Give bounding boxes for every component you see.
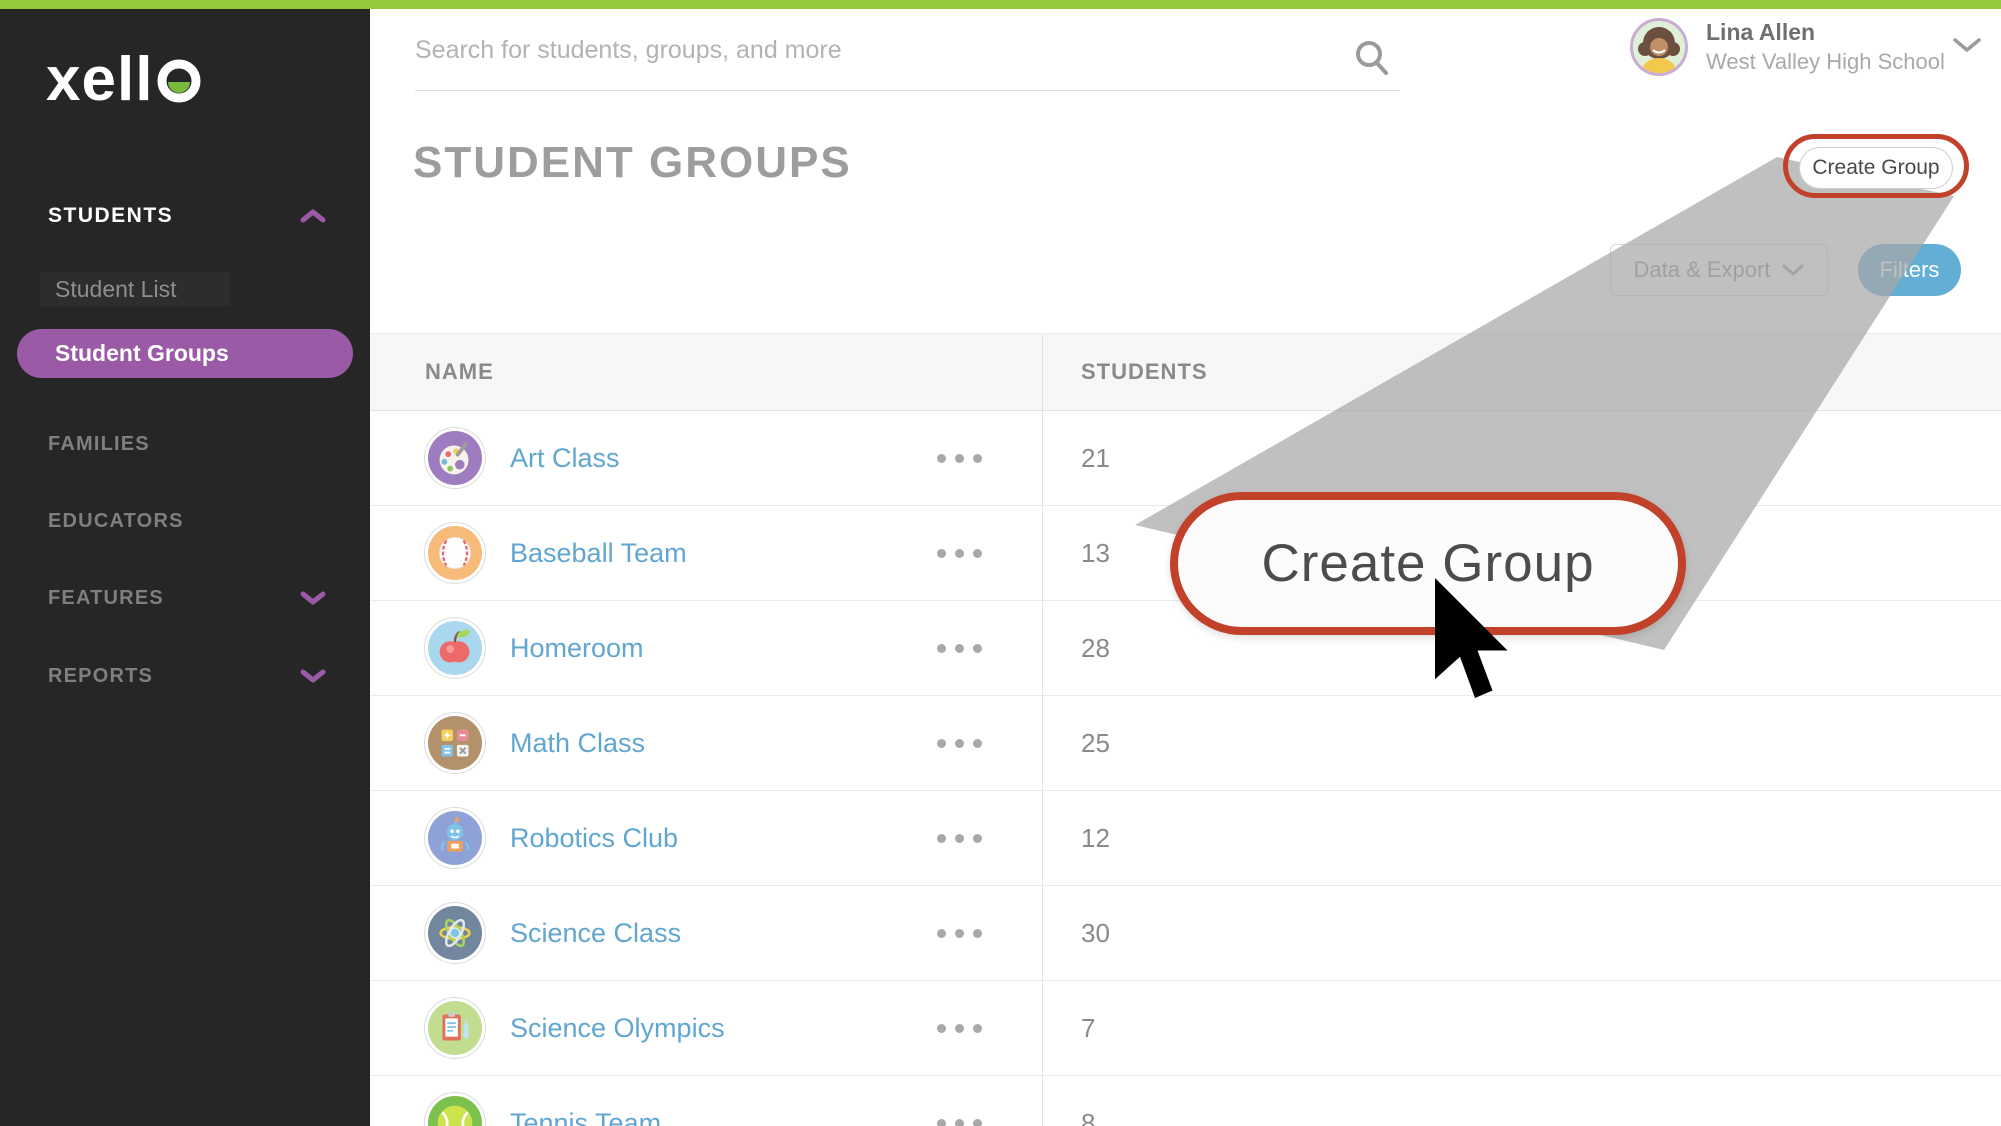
baseball-icon: [424, 522, 486, 584]
sidebar: xell STUDENTS Student List Student Group…: [0, 0, 370, 1126]
row-actions-button[interactable]: [937, 539, 982, 568]
group-name-cell: Science Class: [370, 886, 1042, 980]
avatar[interactable]: [1630, 18, 1688, 76]
table-row: Science Class 30: [370, 886, 2001, 981]
group-student-count: 21: [1042, 411, 2001, 505]
group-student-count: 8: [1042, 1076, 2001, 1126]
group-name-cell: Tennis Team: [370, 1076, 1042, 1126]
group-student-count: 25: [1042, 696, 2001, 790]
row-actions-button[interactable]: [937, 634, 982, 663]
group-student-count: 28: [1042, 601, 2001, 695]
chevron-down-icon[interactable]: [1952, 36, 1982, 59]
column-header-students: STUDENTS: [1042, 334, 2001, 410]
row-actions-button[interactable]: [937, 824, 982, 853]
profile-menu[interactable]: Lina Allen West Valley High School: [1630, 18, 1990, 76]
sidebar-item-label: FEATURES: [48, 587, 164, 610]
group-name-cell: Art Class: [370, 411, 1042, 505]
group-name-cell: Math Class: [370, 696, 1042, 790]
sidebar-item-student-groups[interactable]: Student Groups: [17, 329, 353, 378]
group-name-cell: Science Olympics: [370, 981, 1042, 1075]
sidebar-item-label: FAMILIES: [48, 433, 150, 456]
profile-text: Lina Allen West Valley High School: [1706, 19, 1945, 75]
group-name-link[interactable]: Robotics Club: [510, 823, 678, 854]
filters-button[interactable]: Filters: [1858, 244, 1961, 296]
apple-icon: [424, 617, 486, 679]
table-row: Science Olympics 7: [370, 981, 2001, 1076]
robot-icon: [424, 807, 486, 869]
group-name-link[interactable]: Tennis Team: [510, 1108, 661, 1126]
row-actions-button[interactable]: [937, 444, 982, 473]
profile-name: Lina Allen: [1706, 19, 1945, 46]
group-name-link[interactable]: Science Olympics: [510, 1013, 725, 1044]
group-name-link[interactable]: Art Class: [510, 443, 620, 474]
top-accent-bar: [0, 0, 2001, 9]
sidebar-item-label: EDUCATORS: [48, 510, 184, 533]
sidebar-section-students[interactable]: STUDENTS: [0, 198, 370, 234]
search-input[interactable]: [415, 20, 1315, 80]
group-name-link[interactable]: Baseball Team: [510, 538, 687, 569]
logo-text: xell: [46, 50, 153, 110]
sidebar-item-reports[interactable]: REPORTS: [0, 658, 370, 694]
chevron-up-icon[interactable]: [300, 208, 326, 224]
app-window: xell STUDENTS Student List Student Group…: [0, 0, 2001, 1126]
sidebar-item-educators[interactable]: EDUCATORS: [0, 503, 370, 539]
sidebar-item-student-list[interactable]: Student List: [0, 272, 370, 306]
table-row: Homeroom 28: [370, 601, 2001, 696]
group-name-link[interactable]: Math Class: [510, 728, 645, 759]
group-name-cell: Robotics Club: [370, 791, 1042, 885]
row-actions-button[interactable]: [937, 919, 982, 948]
row-actions-button[interactable]: [937, 729, 982, 758]
data-export-label: Data & Export: [1634, 257, 1771, 283]
group-name-link[interactable]: Science Class: [510, 918, 681, 949]
art-palette-icon: [424, 427, 486, 489]
chevron-down-icon[interactable]: [300, 590, 326, 606]
group-name-cell: Baseball Team: [370, 506, 1042, 600]
row-actions-button[interactable]: [937, 1109, 982, 1126]
atom-icon: [424, 902, 486, 964]
table-header: NAME STUDENTS: [370, 333, 2001, 411]
create-group-button[interactable]: Create Group: [1799, 147, 1953, 189]
group-student-count: 13: [1042, 506, 2001, 600]
profile-school: West Valley High School: [1706, 49, 1945, 75]
column-header-name: NAME: [370, 334, 1042, 410]
group-student-count: 12: [1042, 791, 2001, 885]
table-row: Robotics Club 12: [370, 791, 2001, 886]
logo-o-icon: [156, 53, 202, 108]
math-icon: [424, 712, 486, 774]
group-name-cell: Homeroom: [370, 601, 1042, 695]
sidebar-item-label: Student List: [55, 276, 176, 303]
table-row: Math Class 25: [370, 696, 2001, 791]
search-bar: [415, 20, 1400, 91]
create-group-label: Create Group: [1812, 156, 1939, 180]
filters-label: Filters: [1880, 257, 1940, 283]
sidebar-item-features[interactable]: FEATURES: [0, 580, 370, 616]
search-icon[interactable]: [1352, 38, 1392, 85]
chevron-down-icon: [1782, 257, 1804, 283]
page-title: STUDENT GROUPS: [413, 138, 852, 188]
clipboard-icon: [424, 997, 486, 1059]
group-name-link[interactable]: Homeroom: [510, 633, 644, 664]
xello-logo[interactable]: xell: [46, 50, 202, 110]
sidebar-section-label: STUDENTS: [48, 204, 173, 228]
sidebar-item-label: REPORTS: [48, 665, 153, 688]
group-table-body: Art Class 21 Baseball Team 13 Homeroom 2…: [370, 411, 2001, 1126]
group-student-count: 7: [1042, 981, 2001, 1075]
table-row: Art Class 21: [370, 411, 2001, 506]
data-export-button[interactable]: Data & Export: [1610, 244, 1828, 296]
table-row: Tennis Team 8: [370, 1076, 2001, 1126]
row-actions-button[interactable]: [937, 1014, 982, 1043]
group-student-count: 30: [1042, 886, 2001, 980]
tennis-ball-icon: [424, 1092, 486, 1126]
chevron-down-icon[interactable]: [300, 668, 326, 684]
table-row: Baseball Team 13: [370, 506, 2001, 601]
student-groups-table: NAME STUDENTS Art Class 21 Baseball Team…: [370, 333, 2001, 1126]
sidebar-item-families[interactable]: FAMILIES: [0, 426, 370, 462]
sidebar-item-label: Student Groups: [55, 340, 229, 367]
